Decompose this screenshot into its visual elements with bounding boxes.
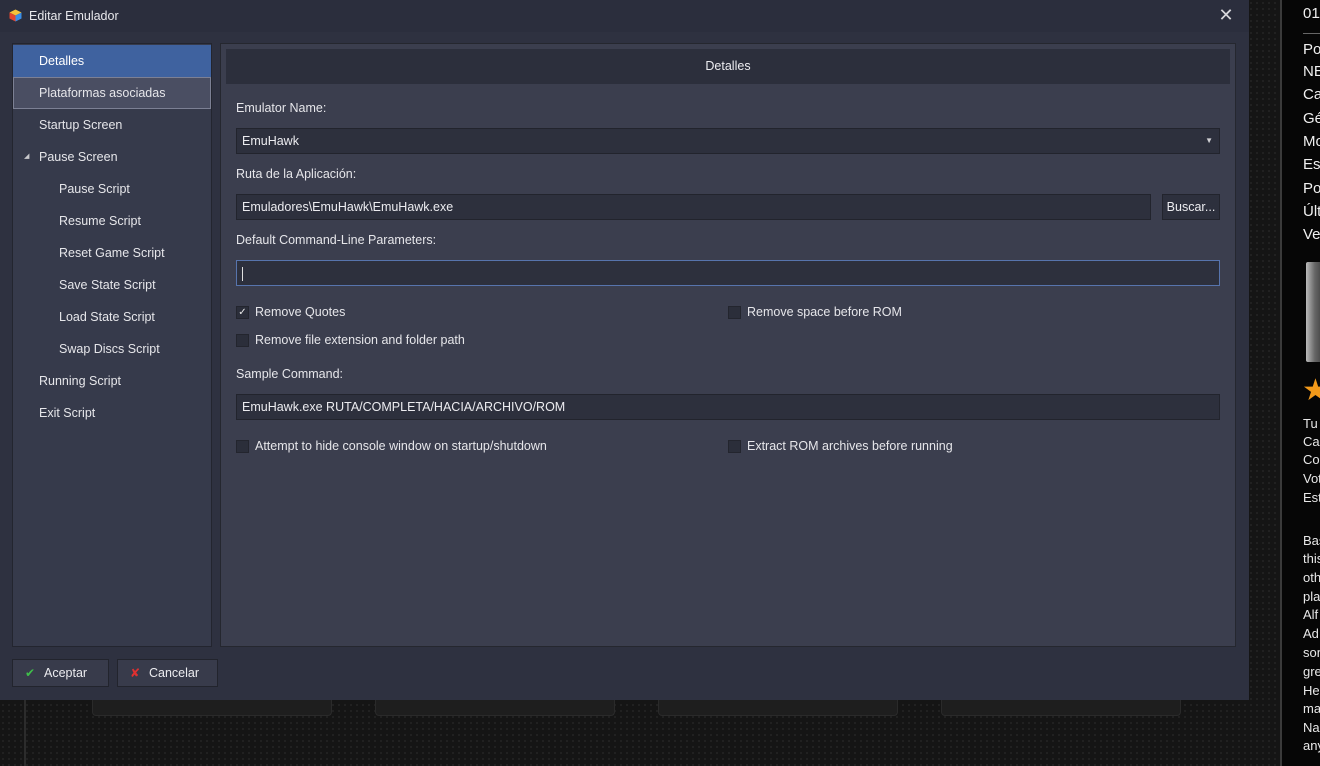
details-line: Ca: [1303, 86, 1320, 103]
command-line-params-input[interactable]: [236, 260, 1220, 286]
details-line: Vot: [1303, 471, 1320, 486]
nav-item-pause-script[interactable]: Pause Script: [13, 173, 211, 205]
checkmark-icon: ✔: [25, 666, 36, 680]
nav-item-startup-screen[interactable]: Startup Screen: [13, 109, 211, 141]
launchbox-cube-icon: [9, 9, 22, 22]
details-line: Mo: [1303, 133, 1320, 150]
description-line: oth: [1303, 570, 1320, 585]
text-caret: [242, 266, 243, 281]
checkbox-box[interactable]: [728, 306, 741, 319]
description-line: gre: [1303, 664, 1320, 679]
details-line: Últ: [1303, 203, 1320, 220]
remove-extension-label: Remove file extension and folder path: [255, 333, 465, 347]
cancel-label: Cancelar: [149, 666, 200, 680]
close-button[interactable]: ✕: [1214, 4, 1238, 28]
nav-item-plataformas-asociadas[interactable]: Plataformas asociadas: [13, 77, 211, 109]
emulator-name-combo[interactable]: EmuHawk ▼: [236, 128, 1220, 154]
app-path-label: Ruta de la Aplicación:: [236, 167, 357, 181]
star-rating-icon[interactable]: ★: [1302, 376, 1320, 406]
details-line: Po: [1303, 180, 1320, 197]
details-line: Gé: [1303, 110, 1320, 127]
nav-item-detalles[interactable]: Detalles: [13, 45, 211, 77]
details-divider: [1303, 33, 1320, 34]
params-label: Default Command-Line Parameters:: [236, 233, 437, 247]
details-panel: Detalles Emulator Name: EmuHawk ▼ Ruta d…: [220, 43, 1236, 647]
nav-item-label: Pause Screen: [39, 150, 118, 164]
remove-space-checkbox[interactable]: Remove space before ROM: [728, 305, 978, 322]
extract-rom-checkbox[interactable]: Extract ROM archives before running: [728, 439, 1028, 456]
nav-item-resume-script[interactable]: Resume Script: [13, 205, 211, 237]
expand-collapse-icon[interactable]: ◢: [24, 141, 29, 173]
nav-item-save-state-script[interactable]: Save State Script: [13, 269, 211, 301]
section-header: Detalles: [226, 49, 1230, 84]
description-line: son: [1303, 645, 1320, 660]
accept-button[interactable]: ✔ Aceptar: [12, 659, 109, 687]
nav-item-swap-discs-script[interactable]: Swap Discs Script: [13, 333, 211, 365]
details-line: Tu: [1303, 416, 1318, 431]
nav-item-pause-screen[interactable]: ◢ Pause Screen: [13, 141, 211, 173]
nav-item-running-script[interactable]: Running Script: [13, 365, 211, 397]
check-icon[interactable]: ✓: [236, 306, 249, 319]
remove-extension-checkbox[interactable]: Remove file extension and folder path: [236, 333, 536, 350]
description-line: He: [1303, 683, 1320, 698]
description-line: any: [1303, 738, 1320, 753]
remove-quotes-label: Remove Quotes: [255, 305, 346, 319]
details-line: Ve: [1303, 226, 1320, 243]
details-line: 01/: [1303, 5, 1320, 22]
background-tile[interactable]: [658, 700, 898, 716]
browse-button[interactable]: Buscar...: [1162, 194, 1220, 220]
hide-console-checkbox[interactable]: Attempt to hide console window on startu…: [236, 439, 636, 456]
checkbox-box[interactable]: [236, 440, 249, 453]
cancel-button[interactable]: ✘ Cancelar: [117, 659, 218, 687]
chevron-down-icon[interactable]: ▼: [1205, 129, 1213, 153]
sample-command-field: EmuHawk.exe RUTA/COMPLETA/HACIA/ARCHIVO/…: [236, 394, 1220, 420]
description-line: Alf: [1303, 607, 1319, 622]
details-line: Est: [1303, 490, 1320, 505]
title-bar[interactable]: Editar Emulador ✕: [0, 0, 1249, 32]
edit-emulator-dialog: Editar Emulador ✕ Detalles Plataformas a…: [0, 0, 1249, 700]
description-line: Na: [1303, 720, 1320, 735]
accept-label: Aceptar: [44, 666, 88, 680]
details-line: Co: [1303, 452, 1320, 467]
section-nav: Detalles Plataformas asociadas Startup S…: [12, 43, 212, 647]
description-line: ma: [1303, 701, 1320, 716]
extract-rom-label: Extract ROM archives before running: [747, 439, 953, 453]
details-line: Po: [1303, 41, 1320, 58]
checkbox-box[interactable]: [728, 440, 741, 453]
description-line: this: [1303, 551, 1320, 566]
checkbox-box[interactable]: [236, 334, 249, 347]
nav-item-load-state-script[interactable]: Load State Script: [13, 301, 211, 333]
nav-item-reset-game-script[interactable]: Reset Game Script: [13, 237, 211, 269]
details-line: NE: [1303, 63, 1320, 80]
details-line: Est: [1303, 156, 1320, 173]
sample-command-label: Sample Command:: [236, 367, 343, 381]
emulator-name-value: EmuHawk: [242, 134, 299, 148]
description-line: Ad: [1303, 626, 1319, 641]
remove-quotes-checkbox[interactable]: ✓ Remove Quotes: [236, 305, 436, 322]
details-line: Cal: [1303, 434, 1320, 449]
app-path-input[interactable]: Emuladores\EmuHawk\EmuHawk.exe: [236, 194, 1151, 220]
background-tile[interactable]: [375, 700, 615, 716]
hide-console-label: Attempt to hide console window on startu…: [255, 439, 547, 453]
nav-item-exit-script[interactable]: Exit Script: [13, 397, 211, 429]
remove-space-label: Remove space before ROM: [747, 305, 902, 319]
background-tile[interactable]: [92, 700, 332, 716]
game-details-panel: 01/ Po NE Ca Gé Mo Est Po Últ Ve ★ Tu Ca…: [1280, 0, 1320, 766]
window-title: Editar Emulador: [29, 9, 119, 23]
emulator-name-label: Emulator Name:: [236, 101, 327, 115]
background-tile[interactable]: [941, 700, 1181, 716]
game-box-art[interactable]: [1306, 262, 1320, 362]
cross-icon: ✘: [130, 666, 141, 680]
description-line: Bas: [1303, 533, 1320, 548]
background-divider: [24, 700, 26, 766]
description-line: pla: [1303, 589, 1320, 604]
